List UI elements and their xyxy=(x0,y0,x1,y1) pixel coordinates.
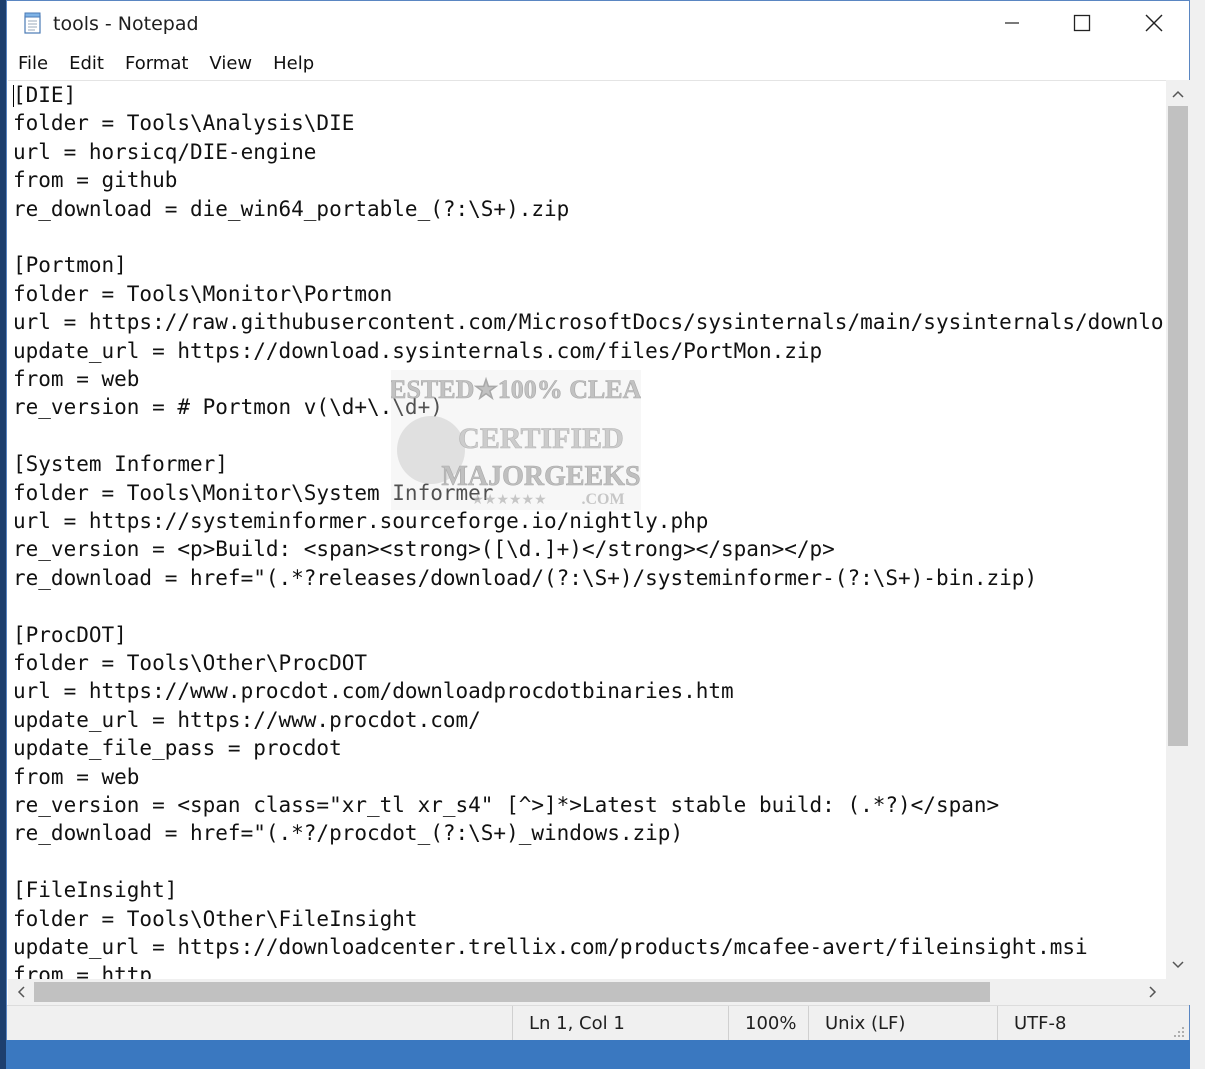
notepad-window: tools - Notepad File Edit Format View He… xyxy=(6,0,1190,1041)
editor-line[interactable]: from = http xyxy=(13,961,152,980)
editor-line[interactable]: url = https://systeminformer.sourceforge… xyxy=(13,507,708,535)
scroll-left-icon[interactable] xyxy=(12,983,30,1001)
scroll-down-icon[interactable] xyxy=(1169,956,1187,974)
horizontal-scroll-thumb[interactable] xyxy=(34,982,990,1002)
horizontal-scrollbar[interactable] xyxy=(8,979,1166,1005)
minimize-button[interactable] xyxy=(977,1,1047,45)
status-line-ending: Unix (LF) xyxy=(808,1006,998,1041)
editor-line[interactable]: update_url = https://download.sysinterna… xyxy=(13,337,822,365)
desktop-background-right xyxy=(1190,0,1205,1069)
maximize-icon xyxy=(1073,14,1091,32)
title-bar[interactable]: tools - Notepad xyxy=(7,1,1189,45)
editor-line[interactable]: re_version = # Portmon v(\d+\.\d+) xyxy=(13,393,443,421)
editor-line[interactable]: folder = Tools\Other\FileInsight xyxy=(13,905,418,933)
editor-line[interactable]: update_file_pass = procdot xyxy=(13,734,342,762)
editor-line[interactable]: url = horsicq/DIE-engine xyxy=(13,138,316,166)
maximize-button[interactable] xyxy=(1047,1,1117,45)
menu-edit[interactable]: Edit xyxy=(59,53,114,74)
editor-line[interactable]: [FileInsight] xyxy=(13,876,177,904)
editor-line[interactable]: [System Informer] xyxy=(13,450,228,478)
editor-line[interactable]: folder = Tools\Analysis\DIE xyxy=(13,109,354,137)
editor-line[interactable]: folder = Tools\Monitor\System Informer xyxy=(13,479,493,507)
vertical-scrollbar[interactable] xyxy=(1166,80,1190,979)
editor-line[interactable]: from = web xyxy=(13,763,139,791)
resize-grip-icon[interactable] xyxy=(1171,1024,1185,1038)
editor-line[interactable]: url = https://www.procdot.com/downloadpr… xyxy=(13,677,734,705)
scrollbar-corner xyxy=(1166,979,1190,1005)
editor-line[interactable]: re_download = href="(.*?releases/downloa… xyxy=(13,564,1037,592)
editor-line[interactable]: from = github xyxy=(13,166,177,194)
editor-line[interactable]: [DIE] xyxy=(13,81,76,109)
minimize-icon xyxy=(1005,22,1019,24)
editor-line[interactable]: from = web xyxy=(13,365,139,393)
status-position: Ln 1, Col 1 xyxy=(512,1006,726,1041)
editor-line[interactable]: update_url = https://www.procdot.com/ xyxy=(13,706,481,734)
editor-line[interactable]: re_version = <p>Build: <span><strong>([\… xyxy=(13,535,835,563)
close-icon xyxy=(1145,14,1163,32)
notepad-icon xyxy=(24,12,41,34)
status-bar: Ln 1, Col 1 100% Unix (LF) UTF-8 xyxy=(7,1005,1189,1041)
status-zoom: 100% xyxy=(728,1006,808,1041)
scroll-right-icon[interactable] xyxy=(1144,983,1162,1001)
editor-line[interactable]: re_version = <span class="xr_tl xr_s4" [… xyxy=(13,791,999,819)
editor-line[interactable]: [Portmon] xyxy=(13,251,127,279)
editor-line[interactable]: folder = Tools\Monitor\Portmon xyxy=(13,280,392,308)
menu-format[interactable]: Format xyxy=(115,53,198,74)
editor-line[interactable]: re_download = href="(.*?/procdot_(?:\S+)… xyxy=(13,819,683,847)
window-title: tools - Notepad xyxy=(53,13,199,35)
vertical-scroll-thumb[interactable] xyxy=(1168,106,1188,746)
menu-help[interactable]: Help xyxy=(263,53,324,74)
editor-line[interactable]: update_url = https://downloadcenter.trel… xyxy=(13,933,1088,961)
close-button[interactable] xyxy=(1119,1,1189,45)
menu-view[interactable]: View xyxy=(199,53,262,74)
text-editor[interactable]: [DIE] folder = Tools\Analysis\DIE url = ho… xyxy=(8,80,1166,980)
status-encoding: UTF-8 xyxy=(997,1006,1157,1041)
menu-bar: File Edit Format View Help xyxy=(7,47,1189,79)
scroll-up-icon[interactable] xyxy=(1169,85,1187,103)
editor-line[interactable]: [ProcDOT] xyxy=(13,621,127,649)
menu-file[interactable]: File xyxy=(8,53,58,74)
editor-line[interactable]: re_download = die_win64_portable_(?:\S+)… xyxy=(13,195,569,223)
desktop-background-bottom xyxy=(6,1040,1190,1069)
editor-line[interactable]: folder = Tools\Other\ProcDOT xyxy=(13,649,367,677)
editor-line[interactable]: url = https://raw.githubusercontent.com/… xyxy=(13,308,1164,336)
